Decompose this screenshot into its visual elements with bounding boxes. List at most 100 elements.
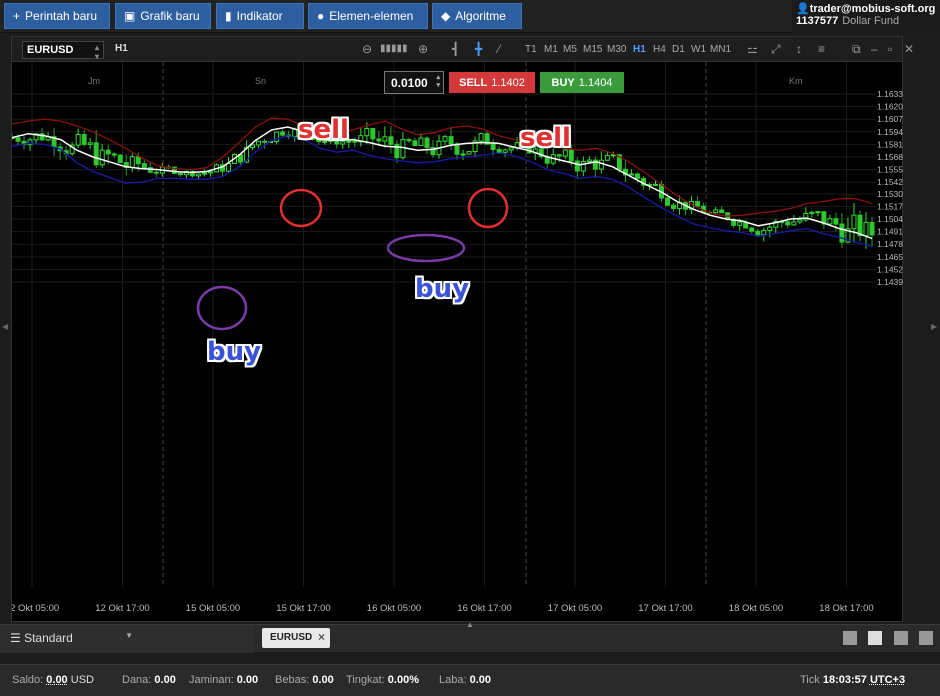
tf-m5[interactable]: M5 — [563, 44, 577, 55]
vline-tool-icon[interactable]: ↕ — [796, 42, 802, 56]
right-collapse-icon[interactable]: ▶ — [931, 322, 937, 331]
indicator-button[interactable]: ▮ Indikator — [216, 3, 304, 29]
layout-single-icon[interactable] — [843, 631, 857, 645]
tab-close-icon[interactable]: × — [318, 630, 325, 644]
candle-body — [75, 133, 81, 146]
candle-body — [177, 172, 183, 176]
chart-tab-eurusd[interactable]: EURUSD × — [262, 628, 330, 648]
elements-button[interactable]: ● Elemen-elemen — [308, 3, 428, 29]
candle-body — [117, 154, 123, 164]
bar-type-icon[interactable]: ┫ — [452, 42, 459, 56]
line-type-icon[interactable]: ⁄ — [498, 42, 500, 56]
sell-circle-1 — [279, 188, 323, 228]
timezone-select[interactable]: UTC+3 — [870, 674, 905, 686]
candle-body — [406, 139, 412, 142]
tf-h1[interactable]: H1 — [633, 44, 646, 55]
detach-icon[interactable]: ⧉ — [852, 42, 861, 57]
day-label: Sn — [255, 76, 266, 86]
y-tick-label: 1.1439 — [877, 277, 903, 287]
tf-d1[interactable]: D1 — [672, 44, 685, 55]
close-icon[interactable]: ✕ — [904, 42, 914, 56]
zoom-in-icon[interactable]: ⊕ — [418, 42, 428, 56]
candle-body — [761, 229, 767, 236]
account-info[interactable]: 👤trader@mobius-soft.org 1137577 Dollar Fu… — [792, 0, 940, 33]
candle-body — [833, 218, 839, 225]
x-tick-label: 17 Okt 05:00 — [548, 603, 602, 614]
y-tick-label: 1.1465 — [877, 252, 903, 262]
main-toolbar: + Perintah baru ▣ Grafik baru ▮ Indikato… — [0, 0, 940, 33]
maximize-icon[interactable]: ▫ — [888, 42, 892, 56]
layout-select[interactable]: ☰ Standard ▼ — [0, 625, 253, 653]
zoom-slider[interactable]: ▮▮▮▮▮ — [380, 43, 408, 54]
menu-icon[interactable]: ≡ — [818, 42, 825, 56]
candle-body — [93, 142, 99, 166]
candle-body — [785, 221, 791, 226]
y-tick-label: 1.1568 — [877, 152, 903, 162]
sell-button[interactable]: SELL 1.1402 — [449, 72, 535, 93]
candle-body — [262, 140, 268, 143]
candle-body — [839, 223, 845, 243]
time-axis: 12 Okt 05:00 12 Okt 17:00 15 Okt 05:00 15 O… — [12, 603, 874, 614]
tf-m30[interactable]: M30 — [607, 44, 626, 55]
layout-grid-icon[interactable] — [868, 631, 882, 645]
trendline-tool-icon[interactable]: ⤢ — [771, 42, 781, 57]
algorithm-button[interactable]: ◆ Algoritme — [432, 3, 522, 29]
diamond-icon: ◆ — [441, 9, 451, 23]
spinner-icon[interactable]: ▴ ▾ — [436, 74, 440, 90]
y-tick-label: 1.1594 — [877, 127, 903, 137]
x-tick-label: 12 Okt 17:00 — [95, 603, 149, 614]
candle-body — [201, 172, 207, 175]
user-icon: 👤 — [796, 3, 810, 15]
lot-size-input[interactable]: 0.0100 ▴ ▾ — [384, 71, 444, 94]
candle-type-icon[interactable]: ╋ — [475, 42, 482, 56]
layout-rows-icon[interactable] — [919, 631, 933, 645]
candle-body — [364, 128, 370, 137]
expand-up-icon[interactable]: ▲ — [466, 620, 474, 629]
price-chart[interactable]: Jm Sn Km — [12, 62, 876, 587]
shapes-icon: ● — [317, 9, 325, 23]
account-status-bar: Saldo: 0.00 USD Dana: 0.00 Jaminan: 0.00… — [0, 664, 940, 696]
zoom-out-icon[interactable]: ⊖ — [362, 42, 372, 56]
tf-w1[interactable]: W1 — [691, 44, 706, 55]
x-tick-label: 16 Okt 05:00 — [367, 603, 421, 614]
candle-body — [418, 137, 424, 147]
minimize-icon[interactable]: – — [871, 42, 878, 56]
trading-terminal: + Perintah baru ▣ Grafik baru ▮ Indikato… — [0, 0, 940, 696]
new-order-button[interactable]: + Perintah baru — [4, 3, 110, 29]
sell-annotation-1: sell — [298, 115, 349, 145]
tf-t1[interactable]: T1 — [525, 44, 537, 55]
current-timeframe: H1 — [115, 43, 128, 54]
candle-body — [586, 159, 592, 163]
candle-body — [580, 161, 586, 172]
balance-status: Saldo: 0.00 USD — [12, 674, 94, 686]
x-tick-label: 15 Okt 17:00 — [276, 603, 330, 614]
candle-body — [15, 137, 21, 142]
y-tick-label: 1.1517 — [877, 201, 903, 211]
candle-body — [388, 136, 394, 145]
candle-body — [490, 143, 496, 151]
candle-body — [352, 140, 358, 143]
candle-body — [508, 147, 514, 151]
candle-body — [791, 221, 797, 226]
candle-body — [280, 131, 286, 136]
bar-chart-icon: ▮ — [225, 9, 232, 23]
tf-h4[interactable]: H4 — [653, 44, 666, 55]
candle-body — [99, 149, 105, 166]
buy-button[interactable]: BUY 1.1404 — [540, 72, 624, 93]
y-tick-label: 1.1607 — [877, 114, 903, 124]
tf-m1[interactable]: M1 — [544, 44, 558, 55]
layout-columns-icon[interactable] — [894, 631, 908, 645]
candle-body — [274, 131, 280, 143]
tf-m15[interactable]: M15 — [583, 44, 602, 55]
candle-body — [466, 151, 472, 155]
symbol-select[interactable]: EURUSD ▴ ▾ — [22, 41, 104, 61]
y-tick-label: 1.1542 — [877, 177, 903, 187]
tf-mn1[interactable]: MN1 — [710, 44, 731, 55]
candle-body — [767, 226, 773, 231]
candle-body — [755, 230, 761, 236]
new-chart-button[interactable]: ▣ Grafik baru — [115, 3, 211, 29]
candle-body — [628, 173, 634, 176]
hline-tool-icon[interactable]: ⚍ — [747, 42, 758, 56]
account-fund: Dollar Fund — [842, 15, 900, 27]
left-collapse-icon[interactable]: ◀ — [2, 322, 8, 331]
